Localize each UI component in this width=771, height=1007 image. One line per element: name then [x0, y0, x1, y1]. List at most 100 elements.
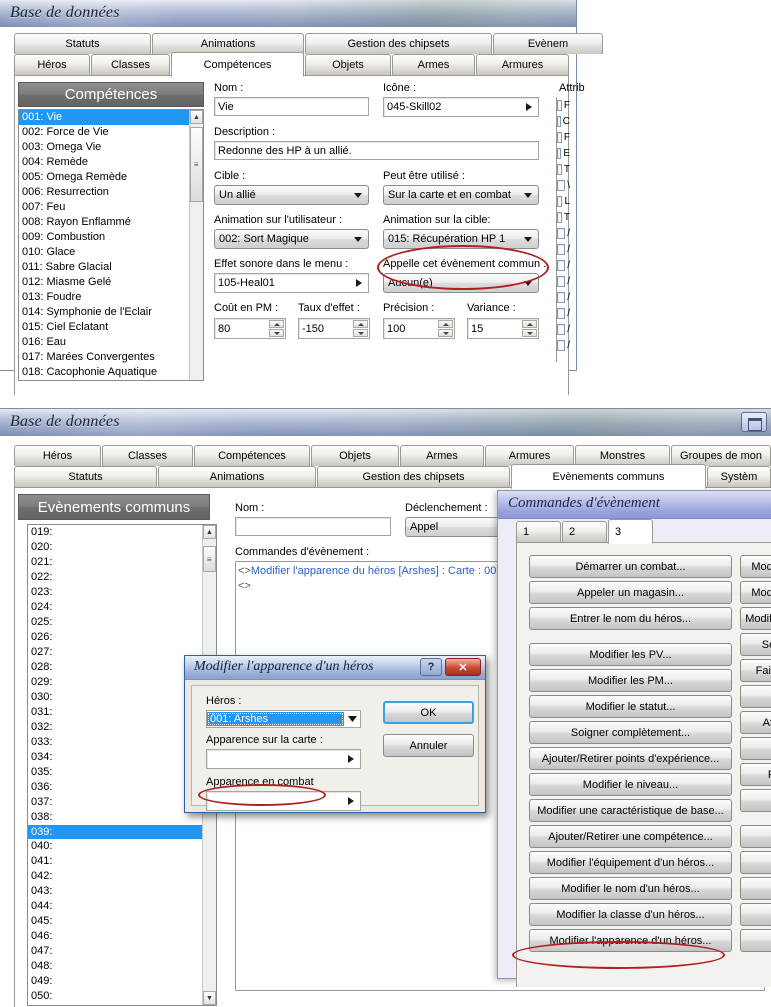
- checkbox-icon[interactable]: [557, 307, 566, 319]
- spin-down-icon[interactable]: [269, 329, 284, 337]
- tab-classes-b[interactable]: Classes: [102, 445, 193, 466]
- list-item[interactable]: T: [557, 161, 570, 177]
- command-tab-3[interactable]: 3: [608, 519, 653, 544]
- list-item[interactable]: /: [557, 289, 570, 305]
- list-item[interactable]: F: [557, 129, 570, 145]
- list-item[interactable]: 027:: [28, 645, 202, 660]
- command-button[interactable]: Modifier l'apparence d'un héros...: [529, 929, 732, 952]
- scroll-down-icon[interactable]: ▼: [203, 991, 216, 1005]
- command-button[interactable]: R: [740, 903, 771, 926]
- command-button[interactable]: O: [740, 825, 771, 848]
- command-button[interactable]: Affiche: [740, 711, 771, 734]
- tab-statuts-b[interactable]: Statuts: [14, 466, 157, 487]
- combo-animation-cible[interactable]: 015: Récupération HP 1: [383, 229, 539, 249]
- spin-cout-pm[interactable]: 80: [214, 318, 286, 339]
- combo-peut-etre-utilise[interactable]: Sur la carte et en combat: [383, 185, 539, 205]
- tab-animations[interactable]: Animations: [152, 33, 304, 54]
- list-item[interactable]: L: [557, 193, 570, 209]
- list-item[interactable]: 029:: [28, 675, 202, 690]
- checkbox-icon[interactable]: [557, 243, 566, 255]
- list-item[interactable]: 045:: [28, 914, 202, 929]
- list-item[interactable]: 001: Vie: [19, 110, 189, 125]
- command-button[interactable]: Ouvr: [740, 851, 771, 874]
- command-button[interactable]: Appeler un magasin...: [529, 581, 732, 604]
- list-item[interactable]: 035:: [28, 765, 202, 780]
- command-button[interactable]: Ble: [740, 737, 771, 760]
- command-button[interactable]: Tr: [740, 685, 771, 708]
- list-item[interactable]: 018: Cacophonie Aquatique: [19, 365, 189, 380]
- list-item[interactable]: 038:: [28, 810, 202, 825]
- list-item[interactable]: /: [557, 305, 570, 321]
- scroll-up-icon[interactable]: ▲: [203, 525, 216, 539]
- tab-armes[interactable]: Armes: [392, 54, 475, 75]
- spin-down-icon[interactable]: [438, 329, 453, 337]
- tab-evenements-communs-b[interactable]: Evènements communs: [511, 464, 706, 489]
- skill-list-scrollbar[interactable]: ▲ ≡: [189, 110, 203, 380]
- command-button[interactable]: Modifier l: [740, 581, 771, 604]
- list-item[interactable]: 005: Omega Remède: [19, 170, 189, 185]
- picker-apparence-combat[interactable]: [206, 791, 361, 811]
- list-item[interactable]: 049:: [28, 974, 202, 989]
- checkbox-icon[interactable]: [557, 131, 562, 143]
- input-icone[interactable]: 045-Skill02: [383, 97, 539, 117]
- tab-evenements-communs-top[interactable]: Evènem: [493, 33, 603, 54]
- list-item[interactable]: 010: Glace: [19, 245, 189, 260]
- list-item[interactable]: /: [557, 273, 570, 289]
- help-icon[interactable]: ?: [420, 658, 442, 676]
- tab-monstres-b[interactable]: Monstres: [575, 445, 670, 466]
- list-item[interactable]: 011: Sabre Glacial: [19, 260, 189, 275]
- list-item[interactable]: /: [557, 337, 570, 353]
- skill-listbox[interactable]: 001: Vie 002: Force de Vie 003: Omega Vie 0…: [18, 109, 204, 381]
- list-item[interactable]: 034:: [28, 750, 202, 765]
- checkbox-icon[interactable]: [557, 259, 566, 271]
- command-button[interactable]: Modifier les PV...: [529, 643, 732, 666]
- checkbox-icon[interactable]: [557, 115, 561, 127]
- checkbox-icon[interactable]: [557, 323, 566, 335]
- list-item[interactable]: 009: Combustion: [19, 230, 189, 245]
- tab-statuts[interactable]: Statuts: [14, 33, 151, 54]
- command-button[interactable]: [740, 877, 771, 900]
- list-item[interactable]: 021:: [28, 555, 202, 570]
- list-item[interactable]: 026:: [28, 630, 202, 645]
- list-item[interactable]: 015: Ciel Eclatant: [19, 320, 189, 335]
- input-nom-evenement[interactable]: [235, 517, 391, 536]
- spin-up-icon[interactable]: [353, 320, 368, 328]
- checkbox-icon[interactable]: [557, 147, 562, 159]
- checkbox-icon[interactable]: [557, 275, 566, 287]
- command-button[interactable]: Ajouter/Retirer une compétence...: [529, 825, 732, 848]
- picker-effet-sonore[interactable]: 105-Heal01: [214, 273, 369, 293]
- list-item[interactable]: 040:: [28, 839, 202, 854]
- list-item[interactable]: /: [557, 321, 570, 337]
- list-item[interactable]: 025:: [28, 615, 202, 630]
- command-button[interactable]: Modifier la classe d'un héros...: [529, 903, 732, 926]
- spin-taux-effet[interactable]: -150: [298, 318, 370, 339]
- list-item[interactable]: 042:: [28, 869, 202, 884]
- scrollbar-thumb[interactable]: ≡: [203, 546, 216, 572]
- tab-groupes-monstres-b[interactable]: Groupes de mon: [671, 445, 771, 466]
- input-nom[interactable]: Vie: [214, 97, 369, 116]
- list-item[interactable]: 016: Eau: [19, 335, 189, 350]
- list-item[interactable]: /: [557, 241, 570, 257]
- list-item[interactable]: 032:: [28, 720, 202, 735]
- attribute-checkbox-list[interactable]: F C F E T \ L T / / / / / / / /: [556, 97, 570, 362]
- command-button[interactable]: Modifier le nom d'un héros...: [529, 877, 732, 900]
- checkbox-icon[interactable]: [557, 227, 566, 239]
- list-item[interactable]: 047:: [28, 944, 202, 959]
- command-button[interactable]: Modifier le statut...: [529, 695, 732, 718]
- list-item[interactable]: 012: Miasme Gelé: [19, 275, 189, 290]
- list-item[interactable]: 041:: [28, 854, 202, 869]
- spin-up-icon[interactable]: [522, 320, 537, 328]
- checkbox-icon[interactable]: [557, 339, 566, 351]
- list-item[interactable]: 003: Omega Vie: [19, 140, 189, 155]
- input-description[interactable]: Redonne des HP à un allié.: [214, 141, 539, 160]
- tab-gestion-chipsets[interactable]: Gestion des chipsets: [305, 33, 492, 54]
- list-item[interactable]: /: [557, 225, 570, 241]
- scrollbar-thumb[interactable]: ≡: [190, 127, 203, 202]
- tab-animations-b[interactable]: Animations: [158, 466, 316, 487]
- command-tab-2[interactable]: 2: [562, 521, 607, 542]
- event-commands-panel[interactable]: Commandes d'évènement 1 2 3 Démarrer un …: [497, 490, 771, 987]
- list-item[interactable]: 051:: [28, 1004, 202, 1005]
- list-item[interactable]: 031:: [28, 705, 202, 720]
- command-button[interactable]: Ajouter/Retirer points d'expérience...: [529, 747, 732, 770]
- ok-button[interactable]: OK: [383, 701, 474, 724]
